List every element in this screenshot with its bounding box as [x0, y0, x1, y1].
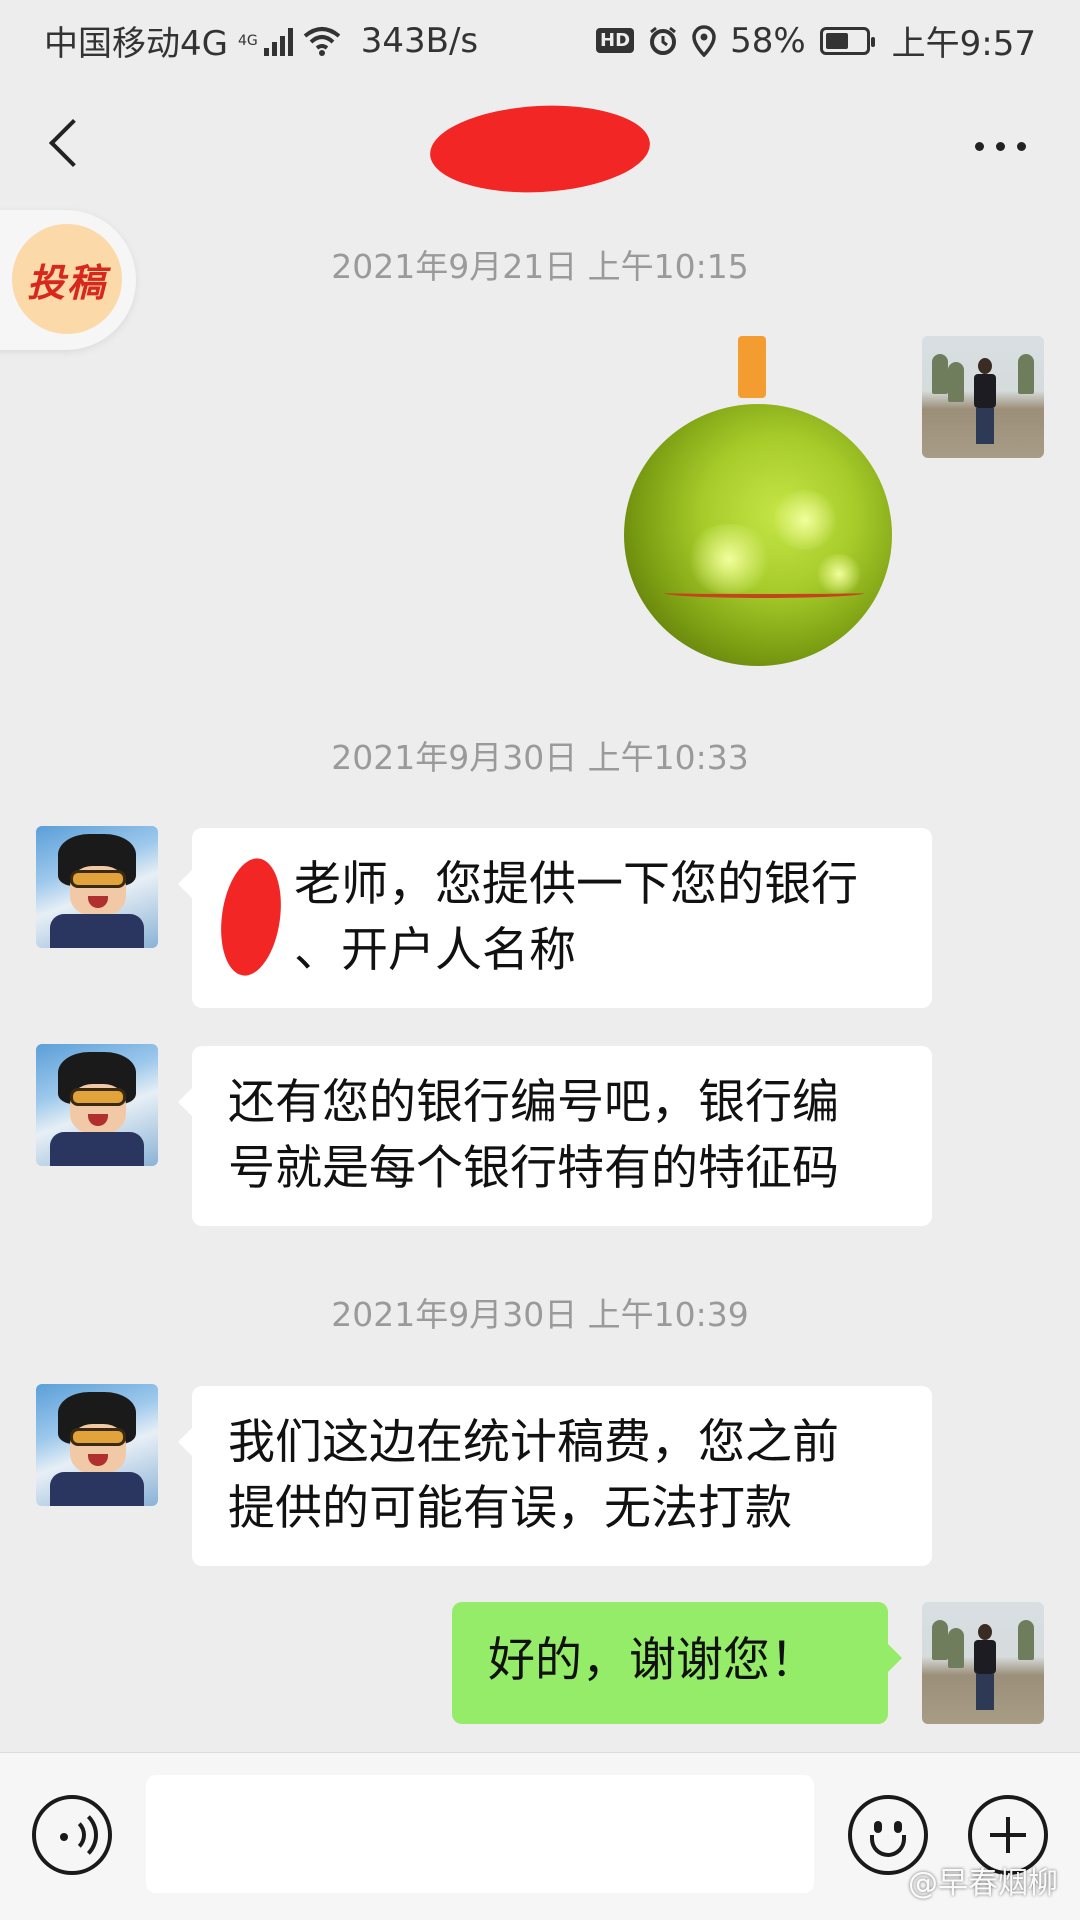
green-ball-sticker[interactable]: [620, 336, 900, 676]
message-timestamp: 2021年9月30日 上午10:39: [331, 1295, 749, 1334]
message-text-line-1: 还有您的银行编号吧，银行编: [228, 1075, 839, 1130]
wifi-icon: [303, 26, 341, 56]
chat-title-redacted: [427, 100, 653, 198]
message-text-line-1: 我们这边在统计稿费，您之前: [228, 1415, 839, 1470]
emoji-icon: [874, 1821, 882, 1833]
more-dots-icon: [974, 141, 984, 151]
battery-percent: 58%: [730, 20, 806, 61]
chevron-left-icon: [48, 118, 98, 168]
incoming-message-bubble[interactable]: 老师，您提供一下您的银行 、开户人名称: [178, 828, 932, 1008]
watermark: @早春烟柳: [908, 1866, 1058, 1901]
message-text-line-2: 、开户人名称: [294, 923, 576, 978]
message-text-line-2: 提供的可能有误，无法打款: [228, 1481, 792, 1536]
status-left: 中国移动4G 4G 343B/s: [44, 16, 478, 65]
contact-avatar[interactable]: [36, 1384, 158, 1506]
chat-screen: 中国移动4G 4G 343B/s HD 58% 上午9:57 投稿 2021年9…: [0, 0, 1080, 1920]
voice-input-button[interactable]: [32, 1795, 112, 1875]
my-avatar[interactable]: [922, 1602, 1044, 1724]
back-button[interactable]: [38, 110, 108, 180]
message-timestamp: 2021年9月21日 上午10:15: [331, 247, 749, 286]
message-text: 好的，谢谢您！: [488, 1633, 817, 1688]
status-right: HD 58% 上午9:57: [596, 16, 1036, 65]
contact-avatar[interactable]: [36, 1044, 158, 1166]
alarm-icon: [650, 26, 677, 55]
incoming-message-bubble[interactable]: 我们这边在统计稿费，您之前 提供的可能有误，无法打款: [178, 1386, 932, 1566]
sticker-cap: [738, 336, 766, 398]
contact-avatar[interactable]: [36, 826, 158, 948]
clock: 上午9:57: [891, 24, 1036, 64]
location-icon: [692, 24, 716, 57]
message-text-line-1: 老师，您提供一下您的银行: [294, 857, 858, 912]
network-type-badge: 4G: [237, 32, 258, 49]
carrier-label: 中国移动4G: [44, 24, 228, 64]
more-options-button[interactable]: [960, 126, 1040, 166]
message-text-input[interactable]: [146, 1775, 814, 1893]
message-timestamp: 2021年9月30日 上午10:33: [331, 738, 749, 777]
hd-badge: HD: [596, 28, 635, 53]
my-avatar[interactable]: [922, 336, 1044, 458]
network-speed: 343B/s: [360, 20, 479, 61]
status-bar: 中国移动4G 4G 343B/s HD 58% 上午9:57: [0, 0, 1080, 76]
message-text-line-2: 号就是每个银行特有的特征码: [228, 1141, 839, 1196]
signal-icon: [263, 26, 293, 56]
chat-header: [0, 76, 1080, 216]
outgoing-message-bubble[interactable]: 好的，谢谢您！: [452, 1602, 902, 1724]
incoming-message-bubble[interactable]: 还有您的银行编号吧，银行编 号就是每个银行特有的特征码: [178, 1046, 932, 1226]
sticker-ball: [624, 404, 892, 666]
battery-icon: [819, 26, 875, 55]
